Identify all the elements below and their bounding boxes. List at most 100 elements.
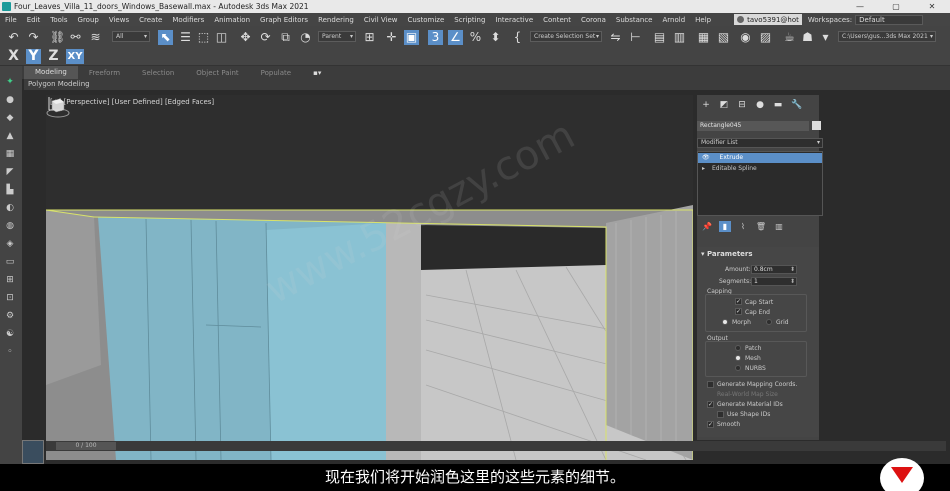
use-shape-checkbox[interactable]: [717, 411, 724, 418]
axis-xy-button[interactable]: XY: [66, 49, 84, 64]
systems-icon[interactable]: ◐: [4, 202, 16, 214]
object-name-field[interactable]: Rectangle045: [697, 121, 809, 131]
snap-toggle-icon[interactable]: 3: [428, 30, 443, 45]
make-unique-icon[interactable]: ⌇: [737, 221, 749, 232]
menu-views[interactable]: Views: [104, 16, 134, 24]
menu-tools[interactable]: Tools: [45, 16, 72, 24]
menu-content[interactable]: Content: [538, 16, 576, 24]
shapes-icon[interactable]: ◆: [4, 112, 16, 124]
utilities-tab-icon[interactable]: 🔧: [791, 100, 802, 110]
grid-radio[interactable]: [766, 319, 772, 325]
schematic-view-icon[interactable]: ▧: [716, 30, 731, 45]
menu-customize[interactable]: Customize: [403, 16, 450, 24]
menu-create[interactable]: Create: [134, 16, 167, 24]
modifier-list-dropdown[interactable]: Modifier List: [697, 138, 823, 148]
minimize-button[interactable]: —: [842, 2, 878, 11]
menu-corona[interactable]: Corona: [576, 16, 611, 24]
gen-material-checkbox[interactable]: ✓: [707, 401, 714, 408]
material-editor-icon[interactable]: ◉: [738, 30, 753, 45]
time-slider[interactable]: 0 / 100: [56, 442, 116, 450]
scene-states-icon[interactable]: ⚙: [4, 310, 16, 322]
ribbon-options-icon[interactable]: ▪▾: [302, 69, 332, 77]
workspace-dropdown[interactable]: Default: [855, 14, 924, 25]
align-icon[interactable]: ⊢: [628, 30, 643, 45]
user-account[interactable]: tavo5391@hot: [734, 14, 802, 25]
motion-icon[interactable]: ◈: [4, 238, 16, 250]
scale-icon[interactable]: ⧉: [278, 30, 293, 45]
curve-editor-icon[interactable]: ▦: [696, 30, 711, 45]
menu-interactive[interactable]: Interactive: [490, 16, 538, 24]
undo-icon[interactable]: ↶: [6, 30, 21, 45]
configure-modifier-icon[interactable]: ▥: [773, 221, 785, 232]
expand-arrow-icon[interactable]: ▸: [698, 165, 705, 172]
mirror-icon[interactable]: ⇋: [608, 30, 623, 45]
axis-x-button[interactable]: X: [6, 49, 21, 64]
object-color-swatch[interactable]: [812, 121, 821, 130]
selection-filter-dropdown[interactable]: All: [112, 31, 150, 42]
motion-tab-icon[interactable]: ●: [755, 100, 765, 110]
menu-edit[interactable]: Edit: [22, 16, 46, 24]
menu-graph-editors[interactable]: Graph Editors: [255, 16, 313, 24]
menu-help[interactable]: Help: [690, 16, 716, 24]
menu-substance[interactable]: Substance: [611, 16, 658, 24]
display-tab-icon[interactable]: ▬: [773, 100, 783, 110]
select-by-name-icon[interactable]: ☰: [178, 30, 193, 45]
render-iterative-icon[interactable]: ▾: [818, 30, 833, 45]
move-icon[interactable]: ✥: [238, 30, 253, 45]
helpers-icon[interactable]: ◤: [4, 166, 16, 178]
perspective-viewport[interactable]: [+] [Perspective] [User Defined] [Edged …: [46, 95, 693, 460]
named-selection-dropdown[interactable]: Create Selection Set: [530, 31, 602, 42]
create-icon[interactable]: ✦: [4, 76, 16, 88]
morph-radio[interactable]: [722, 319, 728, 325]
keyboard-shortcut-icon[interactable]: ▣: [404, 30, 419, 45]
select-object-icon[interactable]: ⬉: [158, 30, 173, 45]
place-icon[interactable]: ◔: [298, 30, 313, 45]
menu-civil-view[interactable]: Civil View: [359, 16, 403, 24]
sphere-icon[interactable]: ●: [4, 94, 16, 106]
menu-rendering[interactable]: Rendering: [313, 16, 359, 24]
angle-snap-icon[interactable]: ∠: [448, 30, 463, 45]
stack-item-extrude[interactable]: 👁 Extrude: [698, 153, 822, 163]
show-end-result-icon[interactable]: ▮: [719, 221, 731, 232]
parameters-title[interactable]: ▾ Parameters: [701, 250, 753, 258]
brush-icon[interactable]: ☯: [4, 328, 16, 340]
edit-named-selection-icon[interactable]: {: [510, 30, 525, 45]
amount-spinner[interactable]: 0.8cm: [751, 265, 797, 274]
render-setup-icon[interactable]: ▨: [758, 30, 773, 45]
rotate-icon[interactable]: ⟳: [258, 30, 273, 45]
modify-tab-icon[interactable]: ◩: [719, 100, 729, 110]
patch-radio[interactable]: [735, 345, 741, 351]
tab-object-paint[interactable]: Object Paint: [185, 69, 249, 77]
mini-viewport-thumbnail[interactable]: [22, 440, 44, 464]
scene-explorer-icon[interactable]: ▤: [652, 30, 667, 45]
pin-stack-icon[interactable]: 📌: [701, 221, 713, 232]
spacewarps-icon[interactable]: ▙: [4, 184, 16, 196]
render-production-icon[interactable]: ☗: [800, 30, 815, 45]
cameras-icon[interactable]: ▦: [4, 148, 16, 160]
menu-arnold[interactable]: Arnold: [658, 16, 691, 24]
mesh-radio[interactable]: [735, 355, 741, 361]
smooth-checkbox[interactable]: ✓: [707, 421, 714, 428]
graphite-icon[interactable]: ⊡: [4, 292, 16, 304]
menu-modifiers[interactable]: Modifiers: [167, 16, 209, 24]
time-slider-track[interactable]: 0 / 100: [46, 441, 946, 451]
tab-modeling[interactable]: Modeling: [24, 66, 78, 79]
polygon-modeling-panel[interactable]: Polygon Modeling: [24, 79, 950, 90]
rect-selection-icon[interactable]: ⬚: [196, 30, 211, 45]
menu-group[interactable]: Group: [73, 16, 104, 24]
display-icon[interactable]: ▭: [4, 256, 16, 268]
axis-z-button[interactable]: Z: [46, 49, 61, 64]
hierarchy-icon[interactable]: ◍: [4, 220, 16, 232]
percent-snap-icon[interactable]: %: [468, 30, 483, 45]
close-button[interactable]: ✕: [914, 2, 950, 11]
pivot-icon[interactable]: ⊞: [362, 30, 377, 45]
window-crossing-icon[interactable]: ◫: [214, 30, 229, 45]
create-tab-icon[interactable]: +: [701, 100, 711, 110]
hierarchy-tab-icon[interactable]: ⊟: [737, 100, 747, 110]
spinner-snap-icon[interactable]: ⬍: [488, 30, 503, 45]
remove-modifier-icon[interactable]: 🗑: [755, 221, 767, 232]
stack-item-editable-spline[interactable]: ▸ Editable Spline: [698, 164, 822, 174]
unlink-icon[interactable]: ⚯: [68, 30, 83, 45]
cap-end-checkbox[interactable]: ✓: [735, 308, 742, 315]
gen-mapping-checkbox[interactable]: [707, 381, 714, 388]
